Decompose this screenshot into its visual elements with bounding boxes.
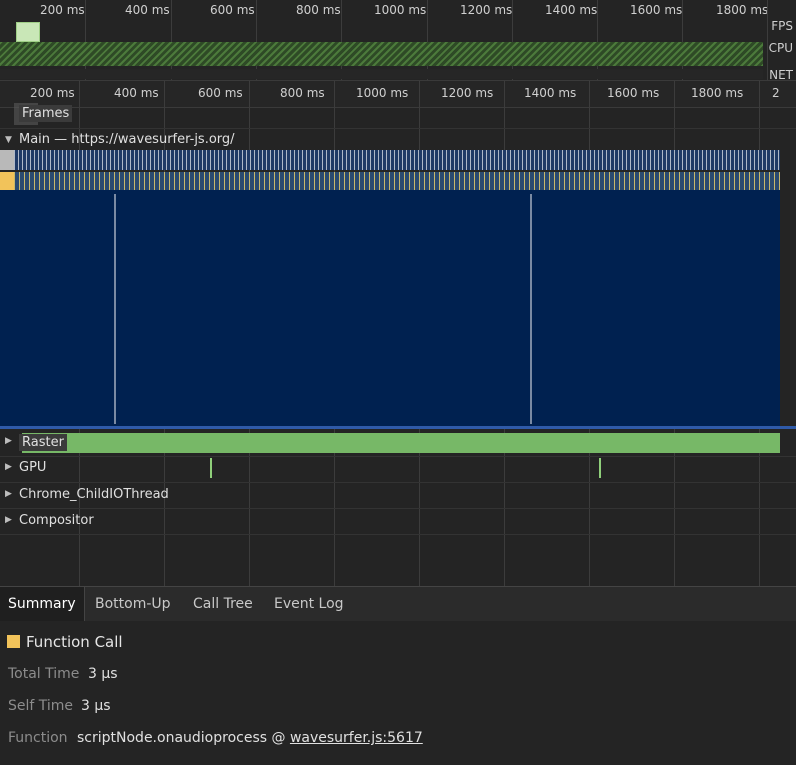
ruler-tick: 1000 ms [356,86,409,100]
overview-tick: 600 ms [210,3,255,17]
compositor-track-label[interactable]: Compositor [19,513,94,528]
tab-summary[interactable]: Summary [0,587,85,621]
source-link[interactable]: wavesurfer.js:5617 [290,730,423,746]
overview-tick: 1600 ms [630,3,683,17]
childio-track-label[interactable]: Chrome_ChildIOThread [19,487,169,502]
summary-panel: Function Call Total Time 3 µs Self Time … [0,621,796,765]
overview-gridline [427,0,428,80]
ruler-tick: 800 ms [280,86,325,100]
overview-gridline [256,0,257,80]
timeline-overview[interactable]: 200 ms 400 ms 600 ms 800 ms 1000 ms 1200… [0,0,796,82]
raster-activity-bar[interactable] [22,433,780,453]
overview-tick: 1800 ms [716,3,769,17]
self-time-value: 3 µs [81,698,111,714]
network-lane [0,69,763,79]
raster-expand-icon[interactable]: ▶ [5,436,12,446]
cpu-usage-chart [0,42,763,66]
tab-event-log[interactable]: Event Log [266,587,352,621]
overview-gridline [85,0,86,80]
childio-expand-icon[interactable]: ▶ [5,489,12,499]
gpu-expand-icon[interactable]: ▶ [5,462,12,472]
overview-gridline [597,0,598,80]
overview-gridline [767,0,768,80]
cpu-label: CPU [768,41,793,55]
task-block[interactable] [0,150,14,170]
total-time-value: 3 µs [88,666,118,682]
frames-track-label[interactable]: Frames [19,105,73,122]
fps-label: FPS [771,19,793,33]
tab-call-tree[interactable]: Call Tree [185,587,261,621]
main-function-stripes[interactable] [14,172,780,190]
ruler-tick: 600 ms [198,86,243,100]
function-value: scriptNode.onaudioprocess @ wavesurfer.j… [77,730,423,746]
divider [0,456,796,457]
overview-ruler: 200 ms 400 ms 600 ms 800 ms 1000 ms 1200… [0,0,796,80]
ruler-tick: 1600 ms [607,86,660,100]
fps-frame-block [16,22,40,42]
self-time-label: Self Time [8,698,74,714]
overview-tick: 800 ms [296,3,341,17]
main-bottom-border [0,426,796,429]
flame-marker-line [530,194,532,424]
overview-gridline [171,0,172,80]
function-label: Function [8,730,68,746]
overview-gridline [512,0,513,80]
total-time-label: Total Time [8,666,80,682]
overview-tick: 1400 ms [545,3,598,17]
summary-title: Function Call [26,633,123,651]
raster-track-label[interactable]: Raster [19,434,67,451]
divider [0,128,796,129]
function-call-swatch [7,635,20,648]
ruler-tick: 200 ms [30,86,75,100]
ruler-tick: 400 ms [114,86,159,100]
overview-tick: 1200 ms [460,3,513,17]
ruler-tick: 1400 ms [524,86,577,100]
divider [0,508,796,509]
flame-chart-area[interactable] [0,190,780,426]
gpu-event[interactable] [210,458,212,478]
overview-gridline [341,0,342,80]
function-call-block[interactable] [0,172,14,190]
flame-marker-line [114,194,116,424]
gpu-track-label[interactable]: GPU [19,460,46,475]
ruler-tick: 2 [772,86,780,100]
compositor-expand-icon[interactable]: ▶ [5,515,12,525]
details-tabbar: Summary Bottom-Up Call Tree Event Log [0,586,796,622]
overview-gridline [682,0,683,80]
main-time-ruler: 200 ms 400 ms 600 ms 800 ms 1000 ms 1200… [0,80,796,586]
overview-tick: 400 ms [125,3,170,17]
gpu-event[interactable] [599,458,601,478]
main-task-stripes[interactable] [14,150,780,170]
overview-tick: 1000 ms [374,3,427,17]
function-name: scriptNode.onaudioprocess @ [77,730,290,746]
divider [0,482,796,483]
tab-bottom-up[interactable]: Bottom-Up [87,587,179,621]
divider [0,534,796,535]
ruler-tick: 1200 ms [441,86,494,100]
overview-tick: 200 ms [40,3,85,17]
main-collapse-icon[interactable]: ▼ [5,135,12,145]
ruler-tick: 1800 ms [691,86,744,100]
main-track-label[interactable]: Main — https://wavesurfer-js.org/ [19,132,235,147]
